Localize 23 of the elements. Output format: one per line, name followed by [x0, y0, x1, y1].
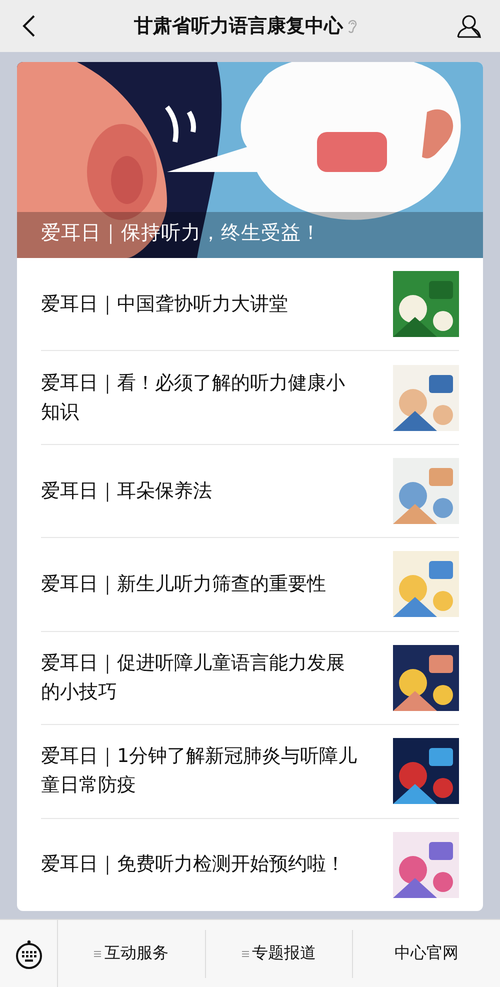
article-item[interactable]: 爱耳日｜免费听力检测开始预约啦！	[41, 818, 459, 911]
article-item[interactable]: 爱耳日｜中国聋协听力大讲堂	[41, 258, 459, 352]
article-item[interactable]: 爱耳日｜看！必须了解的听力健康小知识	[41, 351, 459, 445]
article-title: 爱耳日｜促进听障儿童语言能力发展的小技巧	[41, 650, 346, 705]
ear-icon	[347, 18, 358, 34]
article-title: 爱耳日｜看！必须了解的听力健康小知识	[41, 370, 346, 425]
article-item[interactable]: 爱耳日｜促进听障儿童语言能力发展的小技巧	[41, 632, 459, 726]
article-title: 爱耳日｜1分钟了解新冠肺炎与听障儿童日常防疫	[41, 744, 358, 798]
profile-button[interactable]	[454, 12, 484, 40]
article-title: 爱耳日｜免费听力检测开始预约啦！	[41, 852, 346, 878]
article-title: 爱耳日｜新生儿听力筛查的重要性	[41, 572, 327, 597]
article-item[interactable]: 爱耳日｜新生儿听力筛查的重要性	[41, 538, 459, 632]
article-item[interactable]: 爱耳日｜耳朵保养法	[41, 444, 459, 538]
menu-icon	[242, 950, 249, 958]
article-item[interactable]: 爱耳日｜1分钟了解新冠肺炎与听障儿童日常防疫	[41, 725, 459, 819]
article-title: 爱耳日｜中国聋协听力大讲堂	[41, 292, 289, 317]
article-title: 爱耳日｜耳朵保养法	[41, 478, 213, 504]
menu-tab[interactable]: 互动服务	[58, 930, 206, 978]
menu-icon	[94, 950, 102, 958]
keyboard-icon	[14, 938, 42, 970]
menu-tab[interactable]: 专题报道	[206, 930, 354, 978]
window-title: 甘肃省听力语言康复中心	[134, 14, 343, 39]
menu-tab[interactable]: 中心官网	[353, 930, 500, 978]
